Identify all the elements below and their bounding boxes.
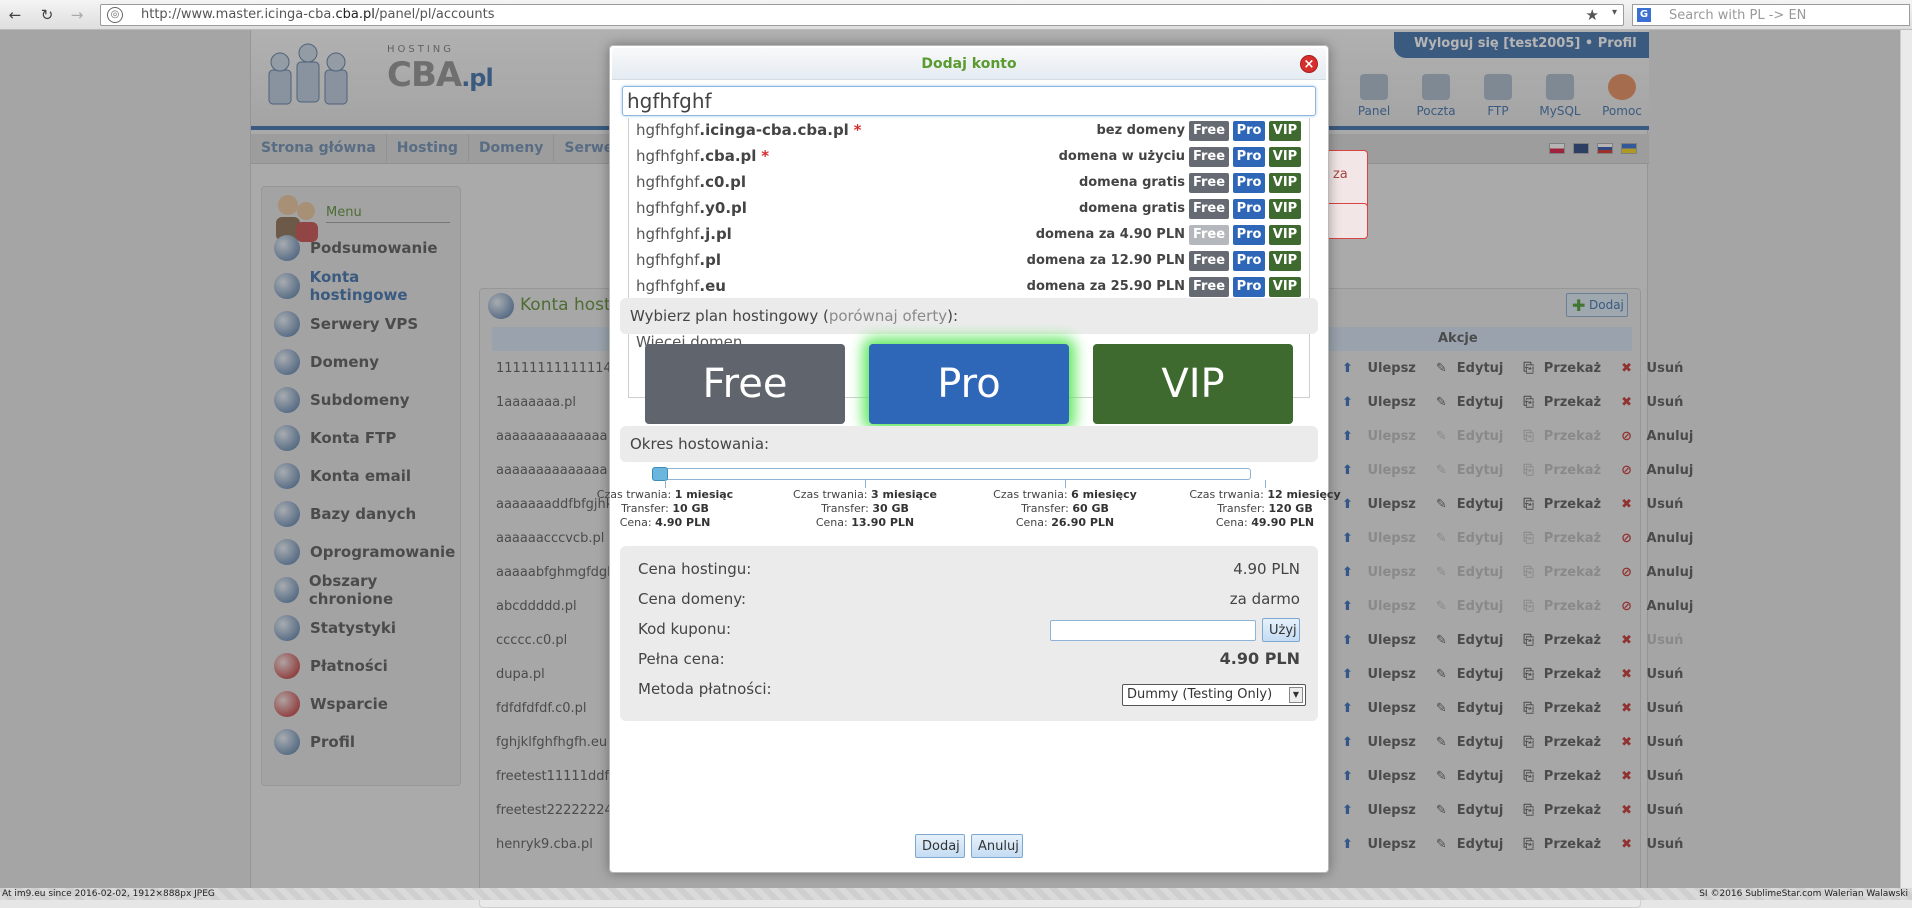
status-right: SI ©2016 SublimeStar.com Walerian Walaws… bbox=[1699, 889, 1908, 899]
domain-status: domena za 25.90 PLN bbox=[1026, 279, 1185, 294]
period-slider-track[interactable] bbox=[657, 468, 1251, 480]
domain-price-value: za darmo bbox=[1229, 590, 1300, 608]
badge-free[interactable]: Free bbox=[1189, 147, 1229, 167]
domain-suggestion-row[interactable]: hgfhfghf.eu domena za 25.90 PLN Free Pro VI… bbox=[629, 274, 1309, 300]
price-summary: Cena hostingu: 4.90 PLN Cena domeny: za … bbox=[620, 546, 1318, 721]
dialog-titlebar: Dodaj konto × bbox=[612, 48, 1326, 80]
translate-icon[interactable]: G bbox=[1637, 8, 1651, 22]
domain-name: hgfhfghf.pl bbox=[636, 251, 721, 269]
badge-vip[interactable]: VIP bbox=[1269, 199, 1301, 219]
badge-vip[interactable]: VIP bbox=[1269, 147, 1301, 167]
badge-pro[interactable]: Pro bbox=[1233, 147, 1265, 167]
domain-name: hgfhfghf.eu bbox=[636, 277, 726, 295]
period-tick bbox=[1265, 480, 1266, 488]
coupon-input[interactable] bbox=[1050, 620, 1256, 641]
browser-toolbar: ← ↻ → ◎ http://www.master.icinga-cba.cba… bbox=[0, 0, 1912, 30]
period-tick bbox=[665, 480, 666, 488]
chevron-down-icon[interactable]: ▾ bbox=[1612, 7, 1617, 18]
payment-method-label: Metoda płatności: bbox=[638, 680, 772, 698]
plan-vip-button[interactable]: VIP bbox=[1093, 344, 1293, 424]
badge-pro[interactable]: Pro bbox=[1233, 199, 1265, 219]
plan-pro-button[interactable]: Pro bbox=[869, 344, 1069, 424]
domain-name: hgfhfghf.c0.pl bbox=[636, 173, 747, 191]
badge-vip[interactable]: VIP bbox=[1269, 251, 1301, 271]
reload-icon[interactable]: ↻ bbox=[36, 4, 58, 26]
status-left: At im9.eu since 2016-02-02, 1912×888px J… bbox=[2, 889, 215, 899]
period-option[interactable]: Czas trwania: 6 miesięcy Transfer: 60 GB C… bbox=[960, 488, 1170, 530]
badge-vip[interactable]: VIP bbox=[1269, 225, 1301, 245]
bookmark-star-icon[interactable]: ★ bbox=[1586, 6, 1599, 24]
address-bar[interactable]: ◎ http://www.master.icinga-cba.cba.pl/pa… bbox=[100, 4, 1624, 26]
badge-free[interactable]: Free bbox=[1189, 277, 1229, 297]
hosting-price-label: Cena hostingu: bbox=[638, 560, 752, 578]
badge-free[interactable]: Free bbox=[1189, 173, 1229, 193]
domain-status: bez domeny bbox=[1096, 123, 1185, 138]
domain-price-label: Cena domeny: bbox=[638, 590, 747, 608]
badge-free[interactable]: Free bbox=[1189, 225, 1229, 245]
globe-icon: ◎ bbox=[107, 7, 123, 23]
domain-name: hgfhfghf.y0.pl bbox=[636, 199, 747, 217]
domain-suggestion-row[interactable]: hgfhfghf.c0.pl domena gratis Free Pro VIP bbox=[629, 170, 1309, 196]
badge-pro[interactable]: Pro bbox=[1233, 277, 1265, 297]
period-option[interactable]: Czas trwania: 3 miesiące Transfer: 30 GB C… bbox=[760, 488, 970, 530]
add-button[interactable]: Dodaj bbox=[915, 834, 965, 858]
badge-pro[interactable]: Pro bbox=[1233, 251, 1265, 271]
badge-pro[interactable]: Pro bbox=[1233, 225, 1265, 245]
url-text: http://www.master.icinga-cba.cba.pl/pane… bbox=[141, 7, 495, 22]
plan-free-button[interactable]: Free bbox=[645, 344, 845, 424]
period-option[interactable]: Czas trwania: 12 miesięcy Transfer: 120 G… bbox=[1160, 488, 1370, 530]
add-account-dialog: Dodaj konto × hgfhfghf.icinga-cba.cba.pl… bbox=[597, 45, 1341, 873]
period-tick bbox=[1065, 480, 1066, 488]
domain-status: domena gratis bbox=[1078, 175, 1185, 190]
dialog-title: Dodaj konto bbox=[921, 56, 1017, 72]
domain-suggestion-row[interactable]: hgfhfghf.cba.pl * domena w użyciu Free Pro V… bbox=[629, 144, 1309, 170]
badge-free[interactable]: Free bbox=[1189, 199, 1229, 219]
cancel-button[interactable]: Anuluj bbox=[971, 834, 1023, 858]
forward-icon[interactable]: → bbox=[66, 4, 88, 26]
status-bar: At im9.eu since 2016-02-02, 1912×888px J… bbox=[0, 888, 1912, 900]
compare-offers-link[interactable]: porównaj oferty bbox=[829, 307, 947, 325]
period-slider-handle[interactable] bbox=[652, 467, 668, 481]
domain-suggestion-row[interactable]: hgfhfghf.y0.pl domena gratis Free Pro VIP bbox=[629, 196, 1309, 222]
back-icon[interactable]: ← bbox=[4, 4, 26, 26]
domain-name: hgfhfghf.cba.pl * bbox=[636, 147, 770, 165]
total-price-value: 4.90 PLN bbox=[1219, 649, 1300, 668]
close-icon[interactable]: × bbox=[1300, 55, 1318, 73]
payment-method-select[interactable]: Dummy (Testing Only) ▼ bbox=[1122, 684, 1306, 706]
domain-status: domena za 12.90 PLN bbox=[1026, 253, 1185, 268]
badge-vip[interactable]: VIP bbox=[1269, 173, 1301, 193]
page-scrollbar[interactable] bbox=[1900, 30, 1912, 888]
badge-free[interactable]: Free bbox=[1189, 251, 1229, 271]
total-price-label: Pełna cena: bbox=[638, 650, 725, 668]
badge-pro[interactable]: Pro bbox=[1233, 121, 1265, 141]
hosting-price-value: 4.90 PLN bbox=[1233, 560, 1300, 578]
domain-suggestion-row[interactable]: hgfhfghf.j.pl domena za 4.90 PLN Free Pro V… bbox=[629, 222, 1309, 248]
domain-name: hgfhfghf.icinga-cba.cba.pl * bbox=[636, 121, 862, 139]
chevron-down-icon: ▼ bbox=[1289, 687, 1303, 703]
domain-name-input[interactable] bbox=[622, 86, 1316, 116]
period-section-header: Okres hostowania: bbox=[620, 426, 1318, 462]
domain-suggestion-row[interactable]: hgfhfghf.pl domena za 12.90 PLN Free Pro VI… bbox=[629, 248, 1309, 274]
domain-status: domena gratis bbox=[1078, 201, 1185, 216]
badge-vip[interactable]: VIP bbox=[1269, 121, 1301, 141]
plan-section-header: Wybierz plan hostingowy (porównaj oferty… bbox=[620, 298, 1318, 334]
apply-coupon-button[interactable]: Użyj bbox=[1262, 618, 1300, 642]
domain-status: domena w użyciu bbox=[1058, 149, 1185, 164]
coupon-label: Kod kuponu: bbox=[638, 620, 732, 638]
period-option[interactable]: Czas trwania: 1 miesiąc Transfer: 10 GB Ce… bbox=[560, 488, 770, 530]
search-input[interactable]: G Search with PL -> EN bbox=[1632, 4, 1910, 26]
search-placeholder: Search with PL -> EN bbox=[1669, 8, 1807, 23]
period-tick bbox=[865, 480, 866, 488]
badge-pro[interactable]: Pro bbox=[1233, 173, 1265, 193]
domain-name: hgfhfghf.j.pl bbox=[636, 225, 732, 243]
domain-status: domena za 4.90 PLN bbox=[1035, 227, 1185, 242]
badge-free[interactable]: Free bbox=[1189, 121, 1229, 141]
badge-vip[interactable]: VIP bbox=[1269, 277, 1301, 297]
domain-suggestion-row[interactable]: hgfhfghf.icinga-cba.cba.pl * bez domeny Fr… bbox=[629, 118, 1309, 144]
